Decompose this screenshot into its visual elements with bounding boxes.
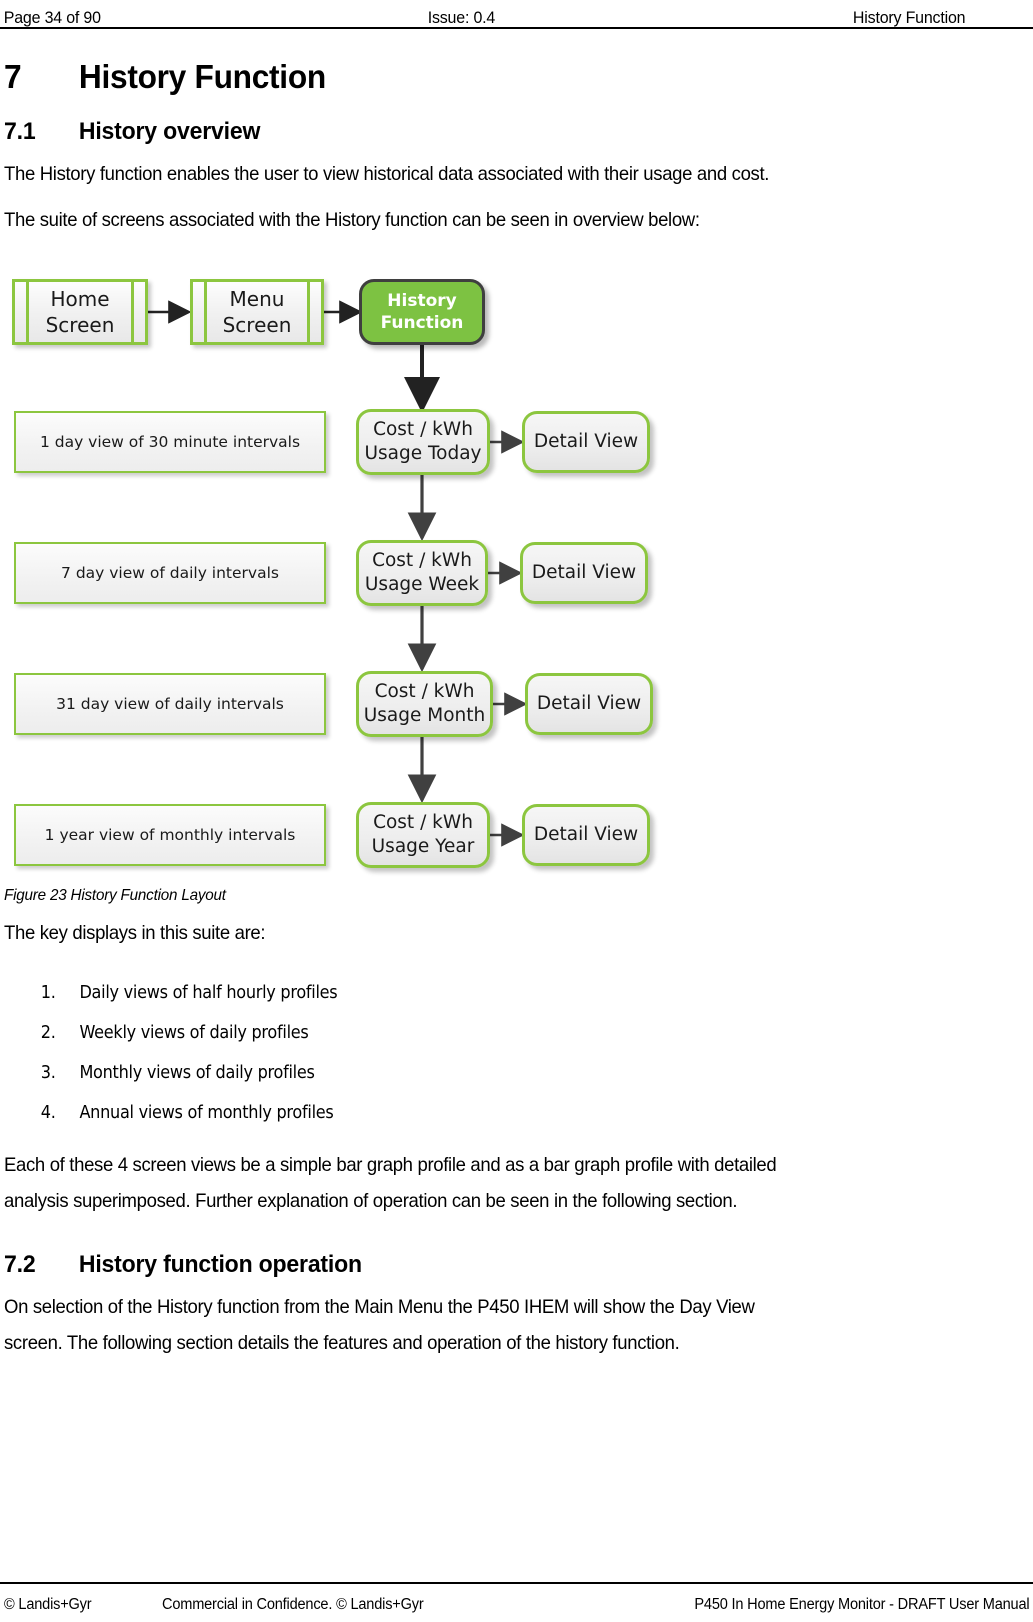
paragraph-history-operation-line1: On selection of the History function fro… bbox=[4, 1296, 755, 1318]
paragraph-history-overview-2: The suite of screens associated with the… bbox=[4, 209, 700, 231]
page-header: Page 34 of 90 Issue: 0.4 History Functio… bbox=[0, 0, 971, 36]
node-home-screen[interactable]: Home Screen bbox=[12, 279, 148, 345]
node-cost-usage-year[interactable]: Cost / kWh Usage Year bbox=[356, 802, 490, 868]
node-detail-view-year[interactable]: Detail View bbox=[522, 804, 650, 866]
document-content: 7 History Function 7.1 History overview … bbox=[4, 36, 1029, 1361]
paragraph-key-displays-outro-line1: Each of these 4 screen views be a simple… bbox=[4, 1154, 777, 1176]
heading-7-2-number: 7.2 bbox=[4, 1251, 36, 1278]
figure-history-function-layout: Home Screen Menu Screen History Function… bbox=[4, 266, 1029, 881]
note-year-view: 1 year view of monthly intervals bbox=[14, 804, 326, 866]
node-cost-usage-today[interactable]: Cost / kWh Usage Today bbox=[356, 409, 490, 475]
heading-7-1-number: 7.1 bbox=[4, 118, 36, 145]
paragraph-key-displays-outro-line2: analysis superimposed. Further explanati… bbox=[4, 1190, 738, 1212]
paragraph-history-overview-1: The History function enables the user to… bbox=[4, 163, 770, 185]
heading-7-1-title: History overview bbox=[78, 118, 261, 145]
header-chapter: History Function bbox=[852, 8, 966, 27]
heading-section-7: 7 History Function bbox=[4, 58, 988, 96]
list-item-text: Annual views of monthly profiles bbox=[79, 1103, 334, 1123]
node-cost-usage-week[interactable]: Cost / kWh Usage Week bbox=[356, 540, 488, 606]
heading-7-2-title: History function operation bbox=[78, 1251, 362, 1278]
footer-manual-name: P450 In Home Energy Monitor - DRAFT User… bbox=[693, 1596, 1029, 1613]
list-item: 3. Monthly views of daily profiles bbox=[4, 1053, 947, 1093]
list-item-text: Weekly views of daily profiles bbox=[79, 1023, 309, 1043]
key-displays-list: 1. Daily views of half hourly profiles 2… bbox=[4, 973, 1029, 1133]
header-issue: Issue: 0.4 bbox=[427, 8, 496, 27]
node-detail-view-week[interactable]: Detail View bbox=[520, 542, 648, 604]
footer-copyright: © Landis+Gyr bbox=[4, 1596, 92, 1613]
heading-7-number: 7 bbox=[4, 58, 22, 95]
node-detail-view-today[interactable]: Detail View bbox=[522, 411, 650, 473]
list-item: 2. Weekly views of daily profiles bbox=[4, 1013, 947, 1053]
list-item-number: 4. bbox=[40, 1103, 56, 1123]
note-week-view: 7 day view of daily intervals bbox=[14, 542, 326, 604]
heading-section-7-2: 7.2 History function operation bbox=[4, 1251, 988, 1279]
node-detail-view-month[interactable]: Detail View bbox=[525, 673, 653, 735]
header-divider bbox=[0, 27, 1033, 29]
list-item: 4. Annual views of monthly profiles bbox=[4, 1093, 947, 1133]
heading-section-7-1: 7.1 History overview bbox=[4, 118, 988, 146]
header-page-number: Page 34 of 90 bbox=[3, 8, 101, 27]
list-item-number: 2. bbox=[40, 1023, 56, 1043]
page-footer: © Landis+Gyr Commercial in Confidence. ©… bbox=[0, 1576, 1033, 1622]
list-item-number: 1. bbox=[40, 983, 56, 1003]
footer-confidence: Commercial in Confidence. © Landis+Gyr bbox=[162, 1596, 424, 1613]
paragraph-key-displays-intro: The key displays in this suite are: bbox=[4, 922, 266, 944]
heading-7-title: History Function bbox=[78, 58, 326, 95]
list-item-text: Daily views of half hourly profiles bbox=[79, 983, 338, 1003]
figure-caption: Figure 23 History Function Layout bbox=[4, 887, 226, 904]
node-menu-screen[interactable]: Menu Screen bbox=[190, 279, 324, 345]
note-month-view: 31 day view of daily intervals bbox=[14, 673, 326, 735]
node-history-function[interactable]: History Function bbox=[359, 279, 485, 345]
node-cost-usage-month[interactable]: Cost / kWh Usage Month bbox=[356, 671, 493, 737]
list-item-number: 3. bbox=[40, 1063, 56, 1083]
paragraph-history-operation-line2: screen. The following section details th… bbox=[4, 1332, 680, 1354]
note-day-view: 1 day view of 30 minute intervals bbox=[14, 411, 326, 473]
footer-divider bbox=[0, 1582, 1033, 1584]
list-item-text: Monthly views of daily profiles bbox=[79, 1063, 315, 1083]
list-item: 1. Daily views of half hourly profiles bbox=[4, 973, 947, 1013]
